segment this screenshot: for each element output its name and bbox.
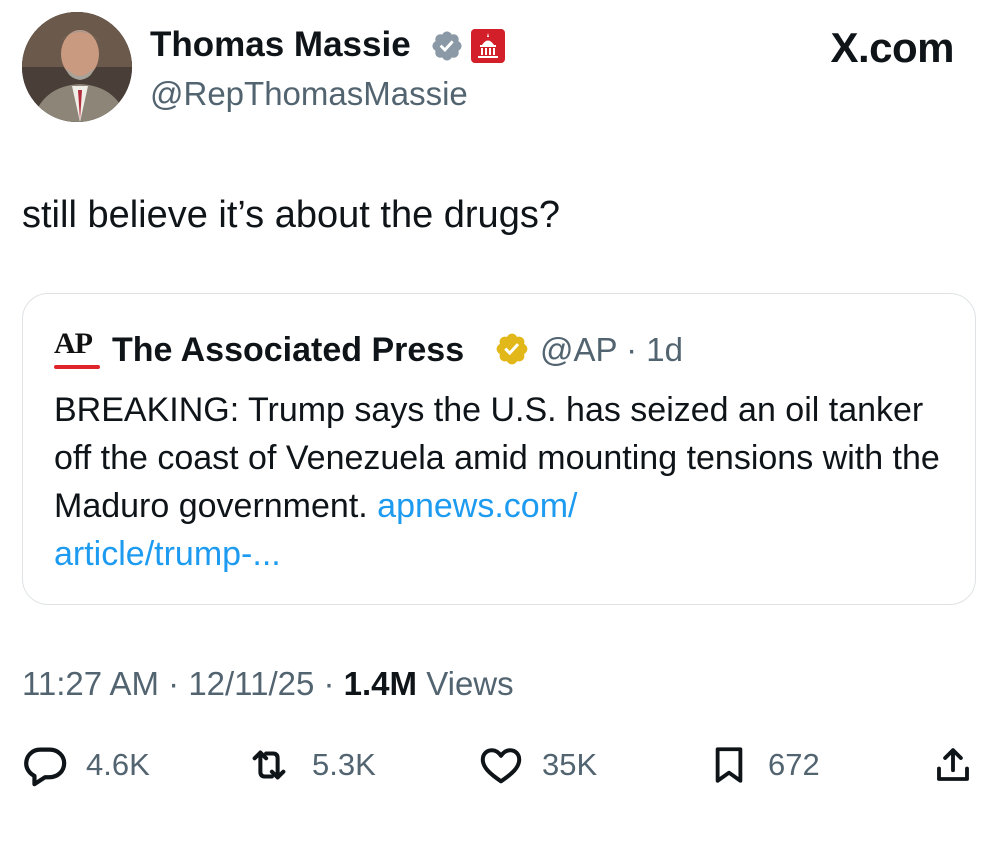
repost-button[interactable]: 5.3K <box>244 742 376 788</box>
site-label: X.com <box>830 24 954 71</box>
meta-separator: · <box>158 665 189 702</box>
verified-badge-icon[interactable] <box>430 29 464 63</box>
views-label: Views <box>426 665 514 702</box>
quoted-link-line1[interactable]: apnews.com/ <box>377 487 577 525</box>
repost-count: 5.3K <box>312 747 376 782</box>
ap-logo-text: AP <box>54 327 93 360</box>
bookmark-button[interactable]: 672 <box>708 742 820 788</box>
capitol-badge-icon <box>471 29 505 63</box>
ap-logo-underline <box>54 365 100 369</box>
quoted-link-line2[interactable]: article/trump-... <box>54 535 281 573</box>
share-button[interactable] <box>932 742 974 788</box>
share-icon <box>937 748 969 781</box>
author-handle[interactable]: @RepThomasMassie <box>150 74 468 114</box>
quoted-meta-separator: · <box>616 331 647 368</box>
bookmark-icon <box>715 747 743 783</box>
gold-verified-badge-icon <box>496 333 528 365</box>
meta-separator: · <box>314 665 344 702</box>
views-count: 1.4M <box>343 665 418 702</box>
tweet-meta: 11:27 AM · 12/11/25 · 1.4M Views <box>22 664 514 704</box>
quoted-author-handle[interactable]: @AP <box>540 331 617 368</box>
bookmark-count: 672 <box>768 747 820 782</box>
quoted-author-name[interactable]: The Associated Press <box>112 330 464 370</box>
like-button[interactable]: 35K <box>478 742 597 788</box>
quoted-body: BREAKING: Trump says the U.S. has seized… <box>54 386 944 578</box>
avatar[interactable] <box>22 12 132 122</box>
quoted-age: 1d <box>646 331 683 368</box>
quoted-meta: @AP · 1d <box>540 330 683 370</box>
avatar-image <box>22 12 132 122</box>
tweet-time[interactable]: 11:27 AM <box>22 665 159 702</box>
ap-logo: AP <box>54 329 102 375</box>
author-name[interactable]: Thomas Massie <box>150 24 411 66</box>
tweet-date[interactable]: 12/11/25 <box>188 665 314 702</box>
heart-icon <box>480 748 522 784</box>
reply-count: 4.6K <box>86 747 150 782</box>
repost-icon <box>252 750 286 780</box>
like-count: 35K <box>542 747 598 782</box>
tweet-text: still believe it’s about the drugs? <box>22 194 560 236</box>
reply-icon <box>24 747 67 787</box>
author-badges <box>430 26 506 66</box>
reply-button[interactable]: 4.6K <box>22 742 150 788</box>
